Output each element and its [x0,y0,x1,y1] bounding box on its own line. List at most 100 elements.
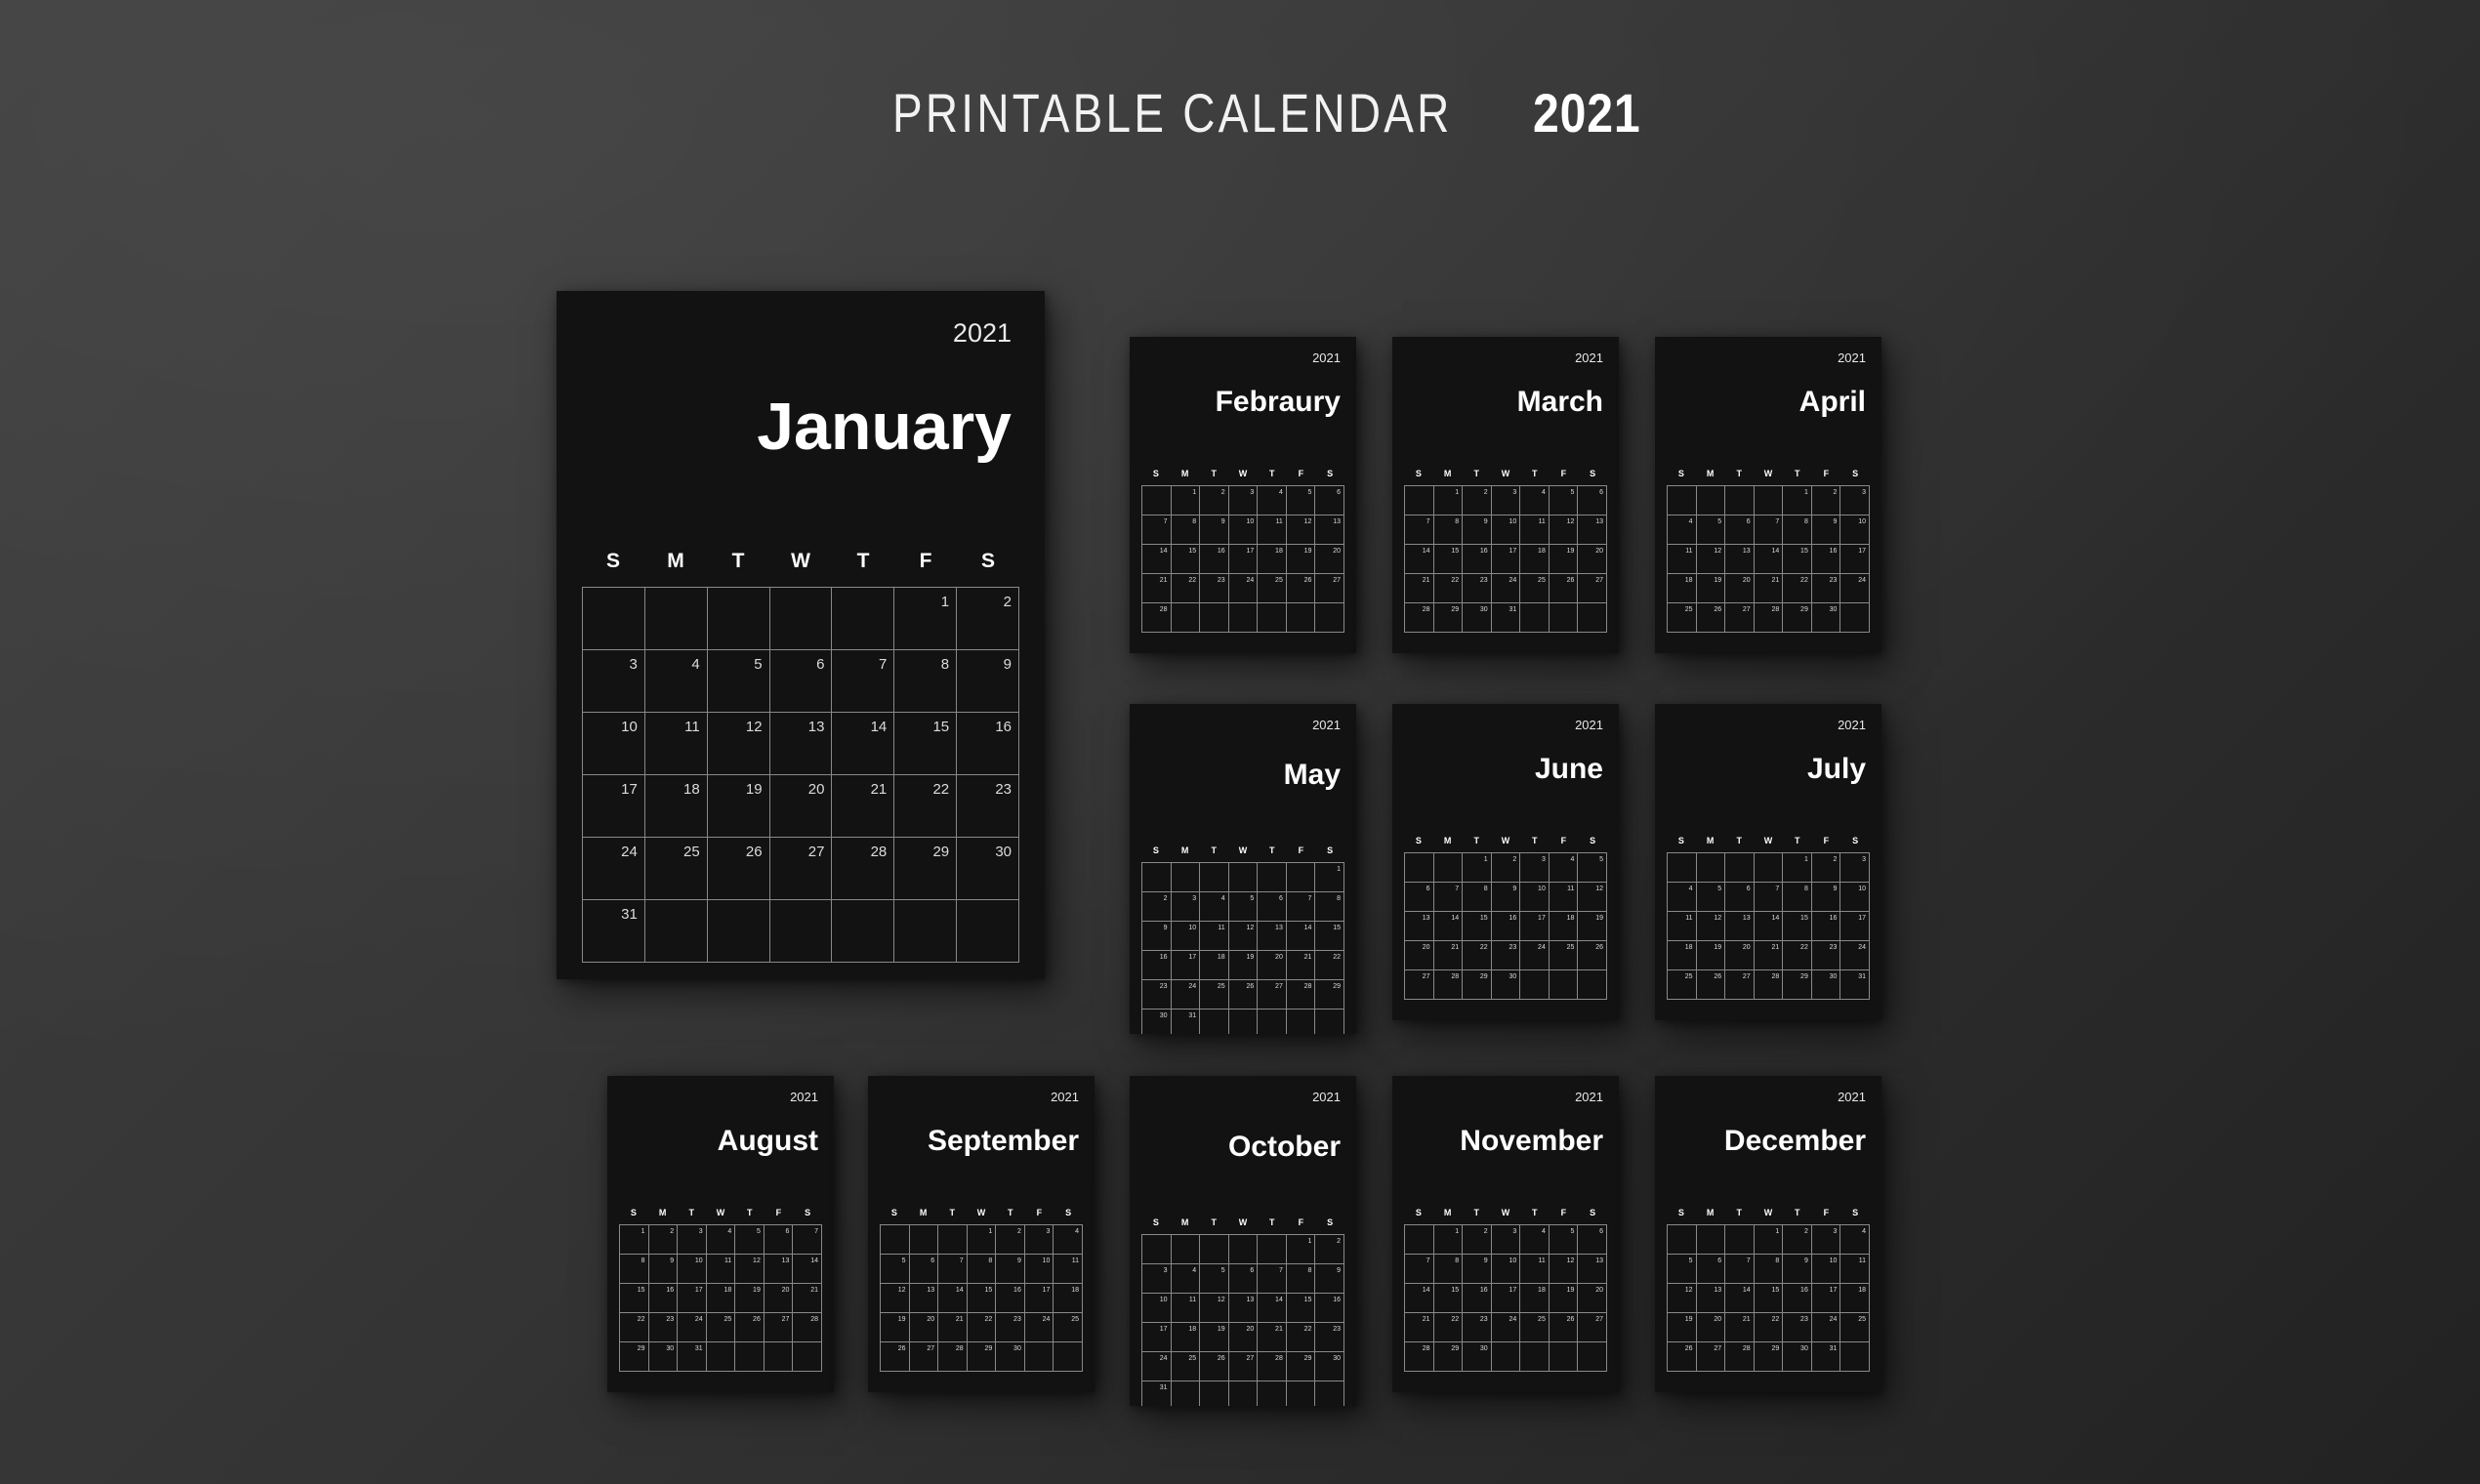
day-cell[interactable] [1668,1225,1697,1255]
day-cell[interactable]: 11 [644,713,708,775]
day-cell[interactable]: 5 [735,1225,765,1255]
day-cell[interactable] [764,1342,794,1372]
day-cell[interactable]: 13 [1258,922,1287,951]
day-cell[interactable]: 14 [1405,545,1434,574]
day-cell[interactable]: 4 [1520,1225,1550,1255]
day-cell[interactable]: 8 [1783,883,1812,912]
day-cell[interactable]: 21 [938,1313,968,1342]
day-cell[interactable] [1142,863,1172,892]
day-cell[interactable]: 15 [1754,1284,1784,1313]
day-cell[interactable]: 6 [1578,486,1607,515]
day-cell[interactable]: 2 [1200,486,1229,515]
day-cell[interactable]: 18 [1520,545,1550,574]
day-cell[interactable]: 17 [1811,1284,1841,1313]
day-cell[interactable]: 5 [707,650,770,713]
day-cell[interactable]: 3 [1491,486,1521,515]
day-cell[interactable] [1200,1010,1229,1034]
day-cell[interactable]: 22 [1754,1313,1784,1342]
day-cell[interactable]: 2 [648,1225,679,1255]
day-cell[interactable]: 7 [938,1255,968,1284]
day-cell[interactable]: 9 [957,650,1019,713]
day-cell[interactable]: 29 [620,1342,649,1372]
day-cell[interactable]: 24 [1171,980,1201,1010]
day-cell[interactable]: 5 [1549,486,1579,515]
day-cell[interactable]: 26 [707,838,770,900]
day-cell[interactable]: 4 [1200,892,1229,922]
day-cell[interactable] [1228,1235,1259,1264]
day-cell[interactable]: 27 [1725,970,1755,1000]
day-cell[interactable] [1200,1381,1229,1406]
day-cell[interactable]: 8 [1171,515,1201,545]
day-cell[interactable]: 25 [1054,1313,1083,1342]
day-cell[interactable]: 19 [1696,574,1726,603]
day-cell[interactable] [769,900,833,963]
day-cell[interactable]: 12 [1578,883,1607,912]
day-cell[interactable]: 17 [678,1284,707,1313]
day-cell[interactable]: 9 [1463,1255,1492,1284]
day-cell[interactable]: 24 [1491,574,1521,603]
day-cell[interactable]: 30 [1463,603,1492,633]
day-cell[interactable]: 24 [583,838,645,900]
day-cell[interactable]: 5 [1228,892,1259,922]
day-cell[interactable]: 8 [1315,892,1344,922]
day-cell[interactable] [1840,1342,1870,1372]
day-cell[interactable]: 26 [1228,980,1259,1010]
day-cell[interactable]: 19 [1228,951,1259,980]
day-cell[interactable]: 1 [1783,486,1812,515]
day-cell[interactable]: 30 [1315,1352,1344,1381]
day-cell[interactable]: 19 [1578,912,1607,941]
day-cell[interactable]: 26 [1696,603,1726,633]
day-cell[interactable]: 27 [1228,1352,1259,1381]
day-cell[interactable]: 28 [1754,970,1784,1000]
day-cell[interactable]: 2 [1783,1225,1812,1255]
day-cell[interactable]: 13 [1696,1284,1726,1313]
day-cell[interactable]: 21 [1405,574,1434,603]
day-cell[interactable]: 14 [1142,545,1172,574]
day-cell[interactable]: 15 [1433,1284,1464,1313]
day-cell[interactable] [894,900,958,963]
day-cell[interactable]: 9 [1463,515,1492,545]
day-cell[interactable]: 22 [1315,951,1344,980]
day-cell[interactable]: 20 [1578,545,1607,574]
day-cell[interactable] [1725,1225,1755,1255]
day-cell[interactable]: 22 [894,775,958,838]
day-cell[interactable]: 5 [1549,1225,1579,1255]
day-cell[interactable]: 17 [583,775,645,838]
day-cell[interactable]: 30 [1142,1010,1172,1034]
day-cell[interactable]: 9 [648,1255,679,1284]
day-cell[interactable] [1725,853,1755,883]
day-cell[interactable]: 1 [1286,1235,1316,1264]
day-cell[interactable]: 12 [1549,515,1579,545]
day-cell[interactable]: 12 [1286,515,1316,545]
day-cell[interactable]: 11 [1200,922,1229,951]
day-cell[interactable]: 31 [678,1342,707,1372]
day-cell[interactable]: 9 [1142,922,1172,951]
day-cell[interactable]: 16 [1315,1294,1344,1323]
day-cell[interactable]: 16 [1142,951,1172,980]
day-cell[interactable] [1668,486,1697,515]
day-cell[interactable]: 19 [735,1284,765,1313]
day-cell[interactable]: 12 [1228,922,1259,951]
day-cell[interactable] [1549,1342,1579,1372]
day-cell[interactable]: 28 [1142,603,1172,633]
day-cell[interactable]: 1 [620,1225,649,1255]
day-cell[interactable]: 17 [1840,545,1870,574]
day-cell[interactable]: 5 [1200,1264,1229,1294]
day-cell[interactable] [1725,486,1755,515]
day-cell[interactable]: 26 [735,1313,765,1342]
day-cell[interactable]: 24 [678,1313,707,1342]
day-cell[interactable]: 11 [1520,1255,1550,1284]
day-cell[interactable]: 14 [1405,1284,1434,1313]
day-cell[interactable]: 22 [1171,574,1201,603]
day-cell[interactable] [832,900,895,963]
day-cell[interactable]: 5 [1696,883,1726,912]
day-cell[interactable]: 29 [1463,970,1492,1000]
day-cell[interactable]: 8 [1286,1264,1316,1294]
day-cell[interactable]: 3 [1491,1225,1521,1255]
day-cell[interactable]: 12 [1200,1294,1229,1323]
day-cell[interactable]: 29 [1433,1342,1464,1372]
day-cell[interactable]: 24 [1024,1313,1054,1342]
day-cell[interactable]: 22 [1783,941,1812,970]
day-cell[interactable]: 8 [967,1255,997,1284]
day-cell[interactable]: 10 [1228,515,1259,545]
